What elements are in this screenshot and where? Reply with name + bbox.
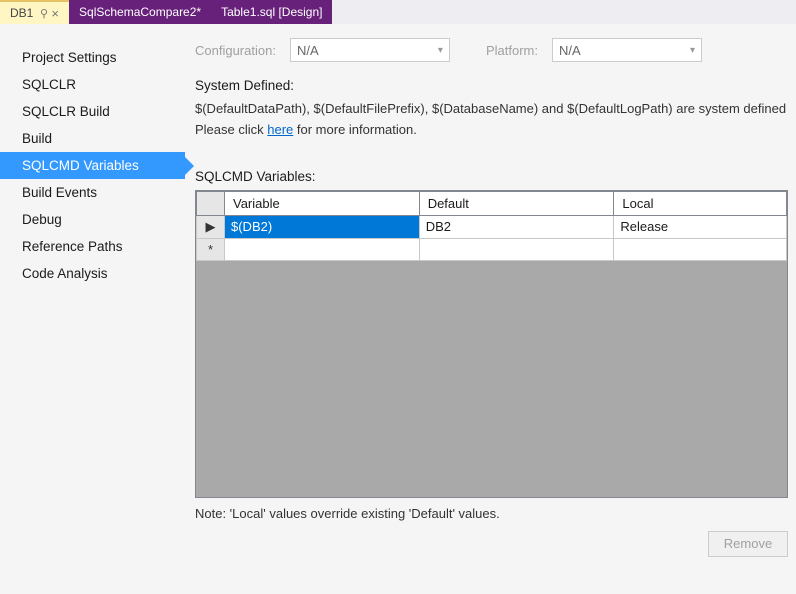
tab-table1[interactable]: Table1.sql [Design] xyxy=(211,0,332,24)
cell-variable[interactable]: $(DB2) xyxy=(225,215,420,238)
button-row: Remove xyxy=(195,531,788,557)
grid-empty-area xyxy=(196,261,787,497)
system-defined-line2b: for more information. xyxy=(293,122,417,137)
column-variable[interactable]: Variable xyxy=(225,191,420,215)
system-defined-heading: System Defined: xyxy=(195,78,788,93)
note-text: Note: 'Local' values override existing '… xyxy=(195,506,788,521)
table-row[interactable]: ▶ $(DB2) DB2 Release xyxy=(197,215,787,238)
remove-button[interactable]: Remove xyxy=(708,531,788,557)
sidebar-item-sqlcmd-variables[interactable]: SQLCMD Variables xyxy=(0,152,185,179)
tab-label: Table1.sql [Design] xyxy=(221,5,322,19)
here-link[interactable]: here xyxy=(267,122,293,137)
sidebar-item-sqlclr-build[interactable]: SQLCLR Build xyxy=(0,98,185,125)
sidebar-item-reference-paths[interactable]: Reference Paths xyxy=(0,233,185,260)
platform-value: N/A xyxy=(559,43,581,58)
content-area: Project Settings SQLCLR SQLCLR Build Bui… xyxy=(0,24,796,594)
row-indicator-new: * xyxy=(197,238,225,260)
sidebar-item-build-events[interactable]: Build Events xyxy=(0,179,185,206)
sidebar-item-sqlclr[interactable]: SQLCLR xyxy=(0,71,185,98)
sidebar-item-debug[interactable]: Debug xyxy=(0,206,185,233)
sidebar: Project Settings SQLCLR SQLCLR Build Bui… xyxy=(0,24,185,594)
tab-bar: DB1 ⚲ × SqlSchemaCompare2* Table1.sql [D… xyxy=(0,0,796,24)
cell-local-new[interactable] xyxy=(614,238,787,260)
system-defined-line1: $(DefaultDataPath), $(DefaultFilePrefix)… xyxy=(195,101,786,116)
cell-default[interactable]: DB2 xyxy=(419,215,614,238)
chevron-down-icon: ▾ xyxy=(690,45,695,56)
chevron-down-icon: ▾ xyxy=(438,45,443,56)
sidebar-item-build[interactable]: Build xyxy=(0,125,185,152)
row-indicator-active: ▶ xyxy=(197,215,225,238)
main-panel: Configuration: N/A ▾ Platform: N/A ▾ Sys… xyxy=(185,24,796,594)
grid-title: SQLCMD Variables: xyxy=(195,169,788,184)
column-local[interactable]: Local xyxy=(614,191,787,215)
configuration-select[interactable]: N/A ▾ xyxy=(290,38,450,62)
platform-select[interactable]: N/A ▾ xyxy=(552,38,702,62)
column-default[interactable]: Default xyxy=(419,191,614,215)
system-defined-line2a: Please click xyxy=(195,122,267,137)
tab-label: SqlSchemaCompare2* xyxy=(79,5,201,19)
cell-variable-new[interactable] xyxy=(225,238,420,260)
configuration-label: Configuration: xyxy=(195,43,276,58)
configuration-value: N/A xyxy=(297,43,319,58)
variables-grid: Variable Default Local ▶ $(DB2) DB2 Rele… xyxy=(195,190,788,498)
config-row: Configuration: N/A ▾ Platform: N/A ▾ xyxy=(195,38,788,62)
table-row-new[interactable]: * xyxy=(197,238,787,260)
sidebar-item-project-settings[interactable]: Project Settings xyxy=(0,44,185,71)
system-defined-text: $(DefaultDataPath), $(DefaultFilePrefix)… xyxy=(195,99,788,141)
tab-sqlschemacompare[interactable]: SqlSchemaCompare2* xyxy=(69,0,211,24)
pin-icon[interactable]: ⚲ xyxy=(40,7,48,20)
tab-db1[interactable]: DB1 ⚲ × xyxy=(0,0,69,24)
row-header-blank xyxy=(197,191,225,215)
close-icon[interactable]: × xyxy=(51,6,59,21)
variables-table[interactable]: Variable Default Local ▶ $(DB2) DB2 Rele… xyxy=(196,191,787,261)
cell-default-new[interactable] xyxy=(419,238,614,260)
cell-local[interactable]: Release xyxy=(614,215,787,238)
table-header-row: Variable Default Local xyxy=(197,191,787,215)
sidebar-item-code-analysis[interactable]: Code Analysis xyxy=(0,260,185,287)
platform-label: Platform: xyxy=(486,43,538,58)
